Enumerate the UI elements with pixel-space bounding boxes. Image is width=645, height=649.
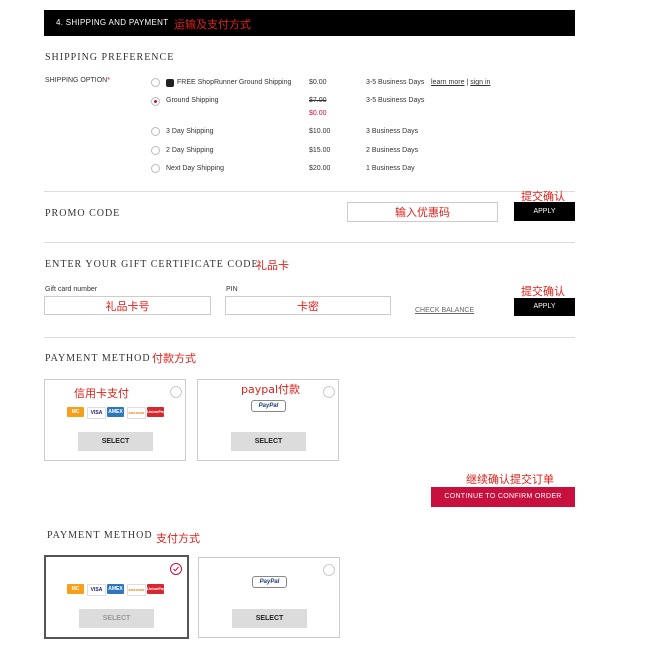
paypal-icon: PayPal [252,576,287,588]
option-days: 3-5 Business Days [366,97,425,104]
paypal-select-button[interactable]: SELECT [232,609,307,628]
option-name: FREE ShopRunner Ground Shipping [177,79,292,86]
option-days: 3-5 Business Days [366,79,425,86]
annotation: 输入优惠码 [395,206,450,219]
option-old-price: $7.00 [309,97,327,104]
pin-label: PIN [226,286,238,293]
unionpay-icon: UnionPay [147,584,165,594]
annotation: 付款方式 [152,352,196,365]
annotation: 运输及支付方式 [174,18,251,31]
sign-in-link[interactable]: sign in [470,79,490,86]
shoprunner-links: learn more | sign in [431,79,491,86]
shoprunner-icon [166,79,174,87]
annotation: 礼品卡号 [105,299,150,313]
pin-input[interactable]: 卡密 [225,296,391,315]
section-header-bar: 4. SHIPPING AND PAYMENT 运输及支付方式 [44,10,575,36]
shipping-option-label: SHIPPING OPTION* [45,77,110,84]
shipping-option-nextday-radio[interactable] [151,164,160,173]
gift-apply-button[interactable]: APPLY [514,298,575,316]
option-price: $10.00 [309,128,331,135]
option-days: 1 Business Day [366,165,415,172]
annotation: 卡密 [297,299,319,313]
shipping-preference-title: SHIPPING PREFERENCE [45,52,175,63]
amex-icon: AMEX [107,407,124,417]
credit-card-select-button[interactable]: SELECT [79,609,154,628]
gift-card-label: Gift card number [45,286,98,293]
payment-radio[interactable] [323,564,335,576]
amex-icon: AMEX [107,584,124,594]
continue-to-confirm-order-button[interactable]: CONTINUE TO CONFIRM ORDER [431,487,575,507]
visa-icon: VISA [87,407,106,419]
promo-code-input[interactable]: 输入优惠码 [347,202,498,222]
unionpay-icon: UnionPay [147,407,165,417]
shipping-option-3day-radio[interactable] [151,127,160,136]
radio-button[interactable] [151,78,160,87]
annotation: 继续确认提交订单 [466,473,554,486]
discover-icon: DISCOVER [127,584,146,596]
divider [44,191,575,192]
annotation: 信用卡支付 [74,387,129,400]
mastercard-icon: MC [67,584,84,594]
mastercard-icon: MC [67,407,84,417]
visa-icon: VISA [87,584,106,596]
divider [44,337,575,338]
shipping-option-ground-radio[interactable] [151,97,160,106]
section-title: 4. SHIPPING AND PAYMENT [56,18,169,27]
option-name: Ground Shipping [166,97,219,104]
divider [44,242,575,243]
check-balance-link[interactable]: CHECK BALANCE [415,307,474,314]
option-name: Next Day Shipping [166,165,224,172]
gift-card-number-input[interactable]: 礼品卡号 [44,296,211,315]
checked-icon[interactable] [170,563,182,575]
promo-code-title: PROMO CODE [45,208,121,219]
credit-card-select-button[interactable]: SELECT [78,432,153,451]
payment-radio[interactable] [170,386,182,398]
annotation: 提交确认 [521,285,565,298]
option-days: 2 Business Days [366,147,419,154]
option-price: $20.00 [309,165,331,172]
paypal-select-button[interactable]: SELECT [231,432,306,451]
shipping-option-2day-radio[interactable] [151,146,160,155]
payment-method-title: PAYMENT METHOD [47,530,153,541]
gift-certificate-title: ENTER YOUR GIFT CERTIFICATE CODE [45,259,259,270]
option-days: 3 Business Days [366,128,419,135]
promo-apply-button[interactable]: APPLY [514,202,575,221]
option-price: $0.00 [309,79,327,86]
option-price: $0.00 [309,110,327,117]
discover-icon: DISCOVER [127,407,146,419]
annotation: 支付方式 [156,532,200,545]
option-name: 2 Day Shipping [166,147,214,154]
paypal-icon: PayPal [251,400,286,412]
annotation: 礼品卡 [256,259,289,272]
option-name: 3 Day Shipping [166,128,214,135]
annotation: paypal付款 [241,383,301,396]
option-price: $15.00 [309,147,331,154]
payment-method-title: PAYMENT METHOD [45,353,151,364]
learn-more-link[interactable]: learn more [431,79,464,86]
payment-radio[interactable] [323,386,335,398]
